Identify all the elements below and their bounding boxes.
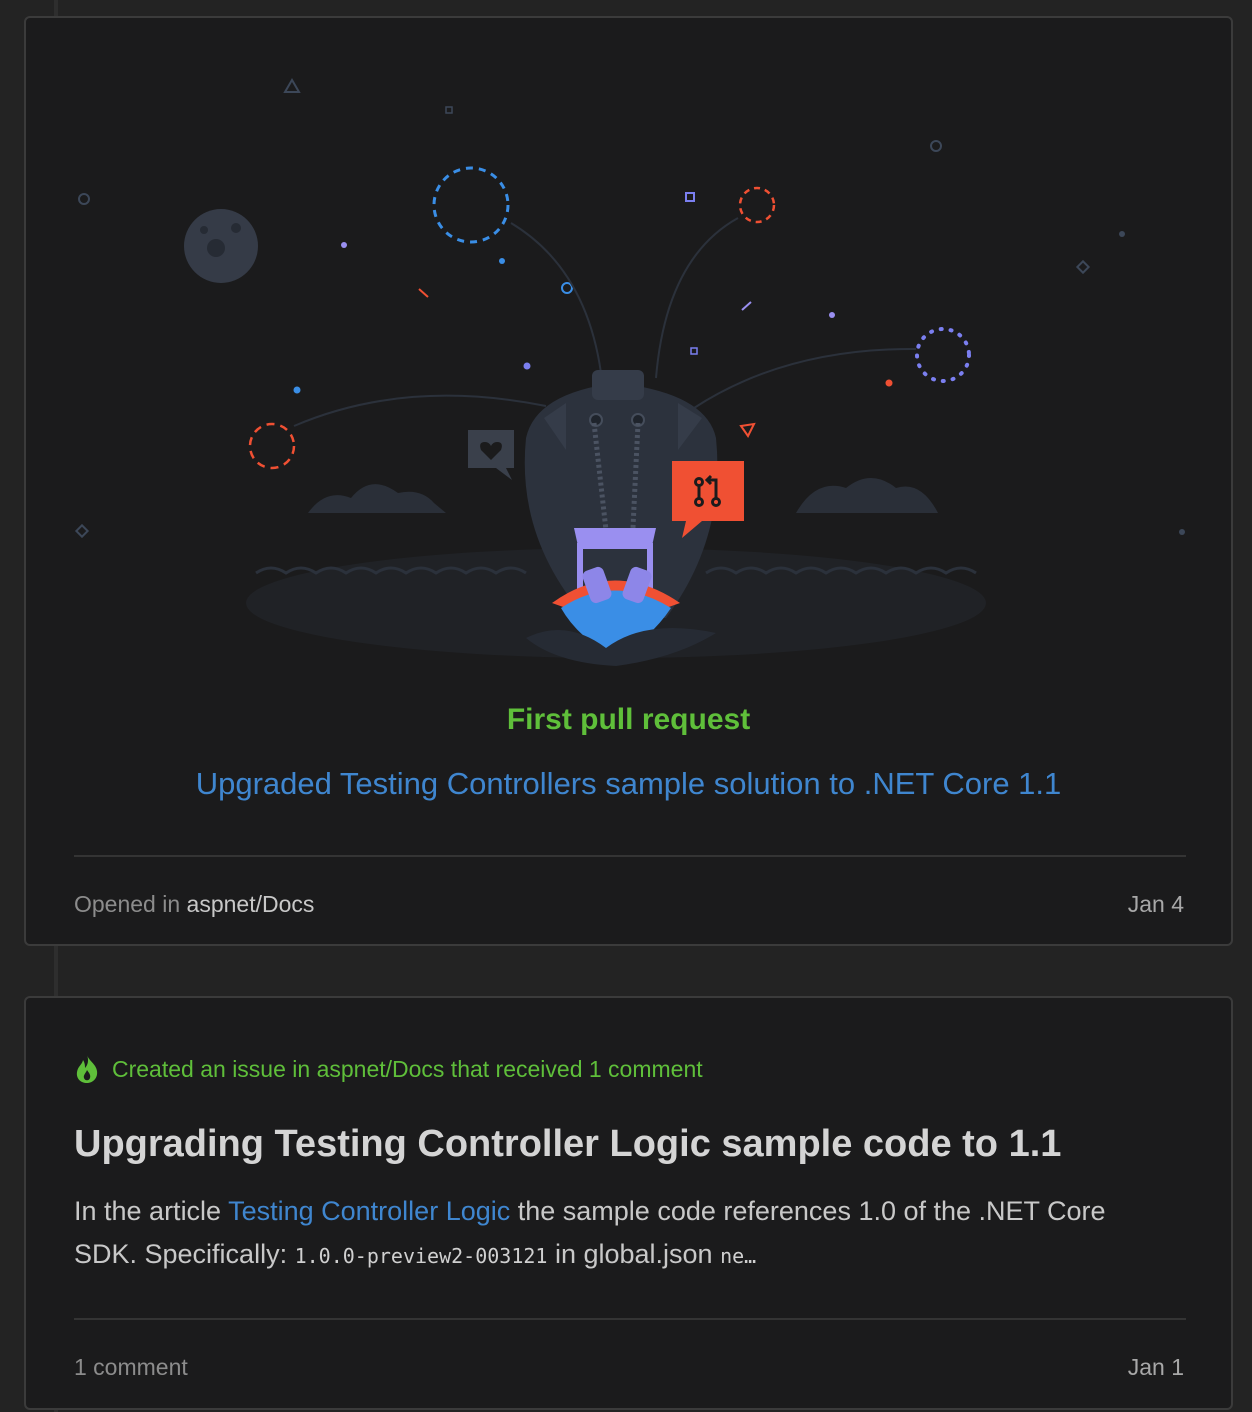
opened-in-text: Opened in aspnet/Docs <box>74 891 314 918</box>
milestone-title: First pull request <box>506 703 751 736</box>
pr-date: Jan 4 <box>1127 891 1184 917</box>
issue-body-text: in global.json <box>547 1239 721 1269</box>
flame-icon <box>76 1055 98 1083</box>
truncated-code: ne… <box>720 1244 757 1268</box>
issue-body: In the article Testing Controller Logic … <box>74 1190 1174 1278</box>
issue-date: Jan 1 <box>1127 1354 1184 1380</box>
issue-title[interactable]: Upgrading Testing Controller Logic sampl… <box>74 1123 1061 1166</box>
sdk-version-code: 1.0.0-preview2-003121 <box>294 1244 548 1268</box>
pull-request-link[interactable]: Upgraded Testing Controllers sample solu… <box>26 766 1231 802</box>
repo-link[interactable]: aspnet/Docs <box>187 891 315 917</box>
first-pull-request-illustration <box>74 78 1185 666</box>
opened-in-label: Opened in <box>74 891 181 917</box>
card-divider <box>74 855 1186 857</box>
card-divider <box>74 1318 1186 1320</box>
comment-count[interactable]: 1 comment <box>74 1354 188 1381</box>
milestone-card: First pull request Upgraded Testing Cont… <box>24 16 1233 946</box>
issue-header-text: Created an issue in aspnet/Docs that rec… <box>112 1055 703 1082</box>
issue-body-text: In the article <box>74 1196 229 1226</box>
issue-header: Created an issue in aspnet/Docs that rec… <box>74 1054 703 1084</box>
issue-card: Created an issue in aspnet/Docs that rec… <box>24 996 1233 1410</box>
article-link[interactable]: Testing Controller Logic <box>228 1196 510 1226</box>
